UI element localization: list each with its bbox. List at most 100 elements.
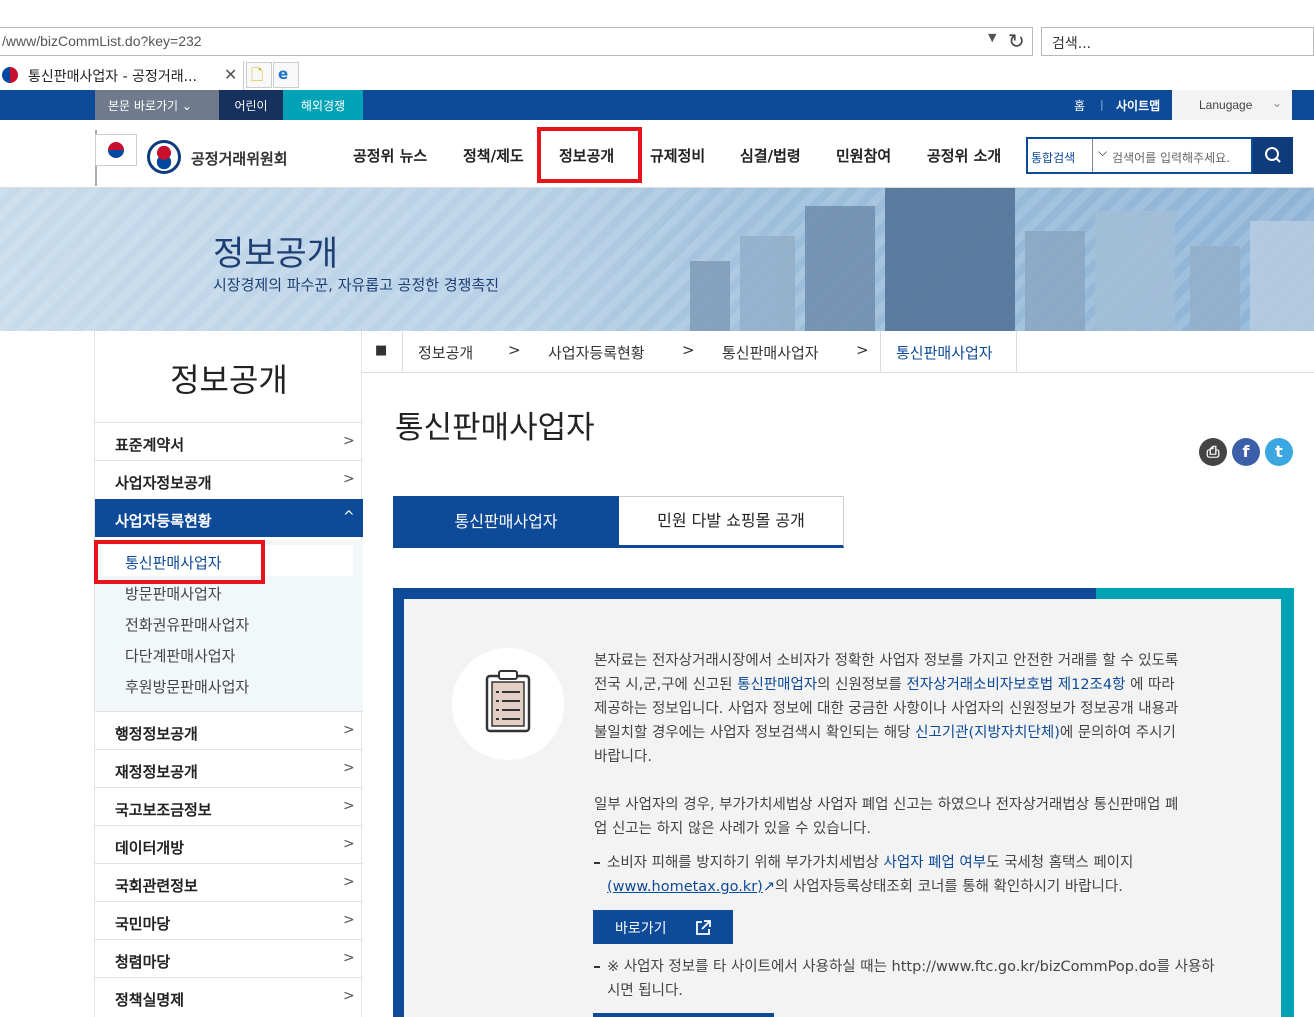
go-button-label: 바로가기 (615, 921, 667, 937)
external-link-icon (696, 920, 711, 935)
new-tab-icon: 🗋 (251, 66, 264, 84)
info-text: 에 문의하여 주시기 (1059, 725, 1176, 741)
search-button[interactable] (1253, 137, 1293, 174)
sidebar-item-assembly[interactable]: 국회관련정보 > (95, 863, 363, 901)
chevron-right-icon: > (343, 433, 355, 449)
banner-title: 정보공개 (213, 234, 339, 274)
banner-building (1250, 221, 1314, 331)
reporting-agency-link[interactable]: 신고기관(지방자치단체) (915, 725, 1060, 741)
government-emblem-icon[interactable] (147, 140, 181, 174)
international-link[interactable]: 해외경쟁 (283, 90, 363, 120)
browser-tab[interactable]: 통신판매사업자 - 공정거래... ✕ (0, 61, 244, 90)
edge-button[interactable]: e (273, 62, 299, 88)
law-article-link[interactable]: 전자상거래소비자보호법 제12조4항 (906, 677, 1125, 693)
sidebar-item-subsidy[interactable]: 국고보조금정보 > (95, 787, 363, 825)
next-button-edge[interactable] (593, 1013, 774, 1017)
breadcrumb-item[interactable]: 통신판매사업자 (722, 342, 819, 363)
submenu-item-telemarketing[interactable]: 전화권유판매사업자 (125, 614, 249, 635)
sidebar-item-label: 국회관련정보 (115, 877, 198, 895)
sidebar-item-label: 표준계약서 (115, 436, 185, 454)
search-input[interactable]: 검색어를 입력해주세요. (1112, 137, 1253, 174)
info-text: 소비자 피해를 방지하기 위해 부가가치세법상 (607, 855, 884, 871)
home-link[interactable]: 홈 (1074, 97, 1085, 114)
sidebar-item-finance-info[interactable]: 재정정보공개 > (95, 749, 363, 787)
home-icon[interactable]: ■ (375, 343, 387, 358)
sidebar-item-label: 행정정보공개 (115, 725, 198, 743)
language-select[interactable]: Lanugage ⌄ (1172, 90, 1292, 120)
chevron-right-icon: > (343, 798, 355, 814)
submenu-item-sponsored[interactable]: 후원방문판매사업자 (125, 676, 249, 697)
site-header: 공정거래위원회 공정위 뉴스 정책/제도 정보공개 규제정비 심결/법령 민원참… (0, 120, 1314, 188)
tab-mail-order-businesses[interactable]: 통신판매사업자 (393, 496, 619, 548)
twitter-icon[interactable]: t (1265, 438, 1293, 466)
util-separator: | (1100, 98, 1104, 111)
sidebar-item-open-data[interactable]: 데이터개방 > (95, 825, 363, 863)
info-text-line: 소비자 피해를 방지하기 위해 부가가치세법상 사업자 폐업 여부도 국세청 홈… (607, 851, 1133, 875)
hometax-link[interactable]: (www.hometax.go.kr) (607, 879, 763, 895)
gnb-regulation[interactable]: 규제정비 (650, 145, 705, 166)
language-label: Lanugage (1199, 98, 1253, 112)
chevron-down-icon[interactable]: ⌵ (1092, 139, 1112, 172)
clipboard-drawing (485, 670, 531, 733)
browser-search-box[interactable]: 검색... (1041, 27, 1314, 56)
facebook-icon[interactable]: f (1232, 438, 1260, 466)
sidebar-item-business-info[interactable]: 사업자정보공개 > (95, 460, 363, 498)
tab-complaint-shopping-malls[interactable]: 민원 다발 쇼핑몰 공개 (619, 496, 844, 548)
chevron-right-icon: > (343, 874, 355, 890)
sidebar-item-integrity[interactable]: 청렴마당 > (95, 939, 363, 977)
sidebar-item-public-forum[interactable]: 국민마당 > (95, 901, 363, 939)
gnb-civil[interactable]: 민원참여 (836, 145, 891, 166)
sitemap-link[interactable]: 사이트맵 (1116, 97, 1160, 114)
sidebar-item-admin-info[interactable]: 행정정보공개 > (95, 711, 363, 749)
gnb-about[interactable]: 공정위 소개 (927, 145, 1001, 166)
gnb-decisions[interactable]: 심결/법령 (740, 145, 801, 166)
submenu-item-multilevel[interactable]: 다단계판매사업자 (125, 645, 235, 666)
chevron-right-icon: > (343, 471, 355, 487)
print-icon[interactable]: ⎙ (1199, 438, 1227, 466)
highlight-box (537, 127, 642, 183)
chevron-right-icon: > (508, 341, 521, 359)
sidebar-item-policy-name[interactable]: 정책실명제 > (95, 977, 363, 1015)
sidebar: 정보공개 표준계약서 > 사업자정보공개 > 사업자등록현황 ^ 통신판매사업자 방문… (94, 331, 363, 1017)
kids-link[interactable]: 어린이 (219, 90, 283, 120)
info-text: 에 따라 (1125, 677, 1175, 693)
submenu-item-door-to-door[interactable]: 방문판매사업자 (125, 583, 222, 604)
new-tab-button[interactable]: 🗋 (246, 62, 272, 88)
external-link-icon[interactable]: ↗ (763, 879, 775, 895)
sidebar-item-label: 사업자정보공개 (115, 474, 212, 492)
chevron-right-icon: > (856, 341, 869, 359)
refresh-icon[interactable]: ↻ (1008, 29, 1025, 53)
address-url[interactable]: /www/bizCommList.do?key=232 (2, 33, 202, 49)
info-text-line: 일부 사업자의 경우, 부가가치세법상 사업자 폐업 신고는 하였으나 전자상거… (594, 797, 1179, 813)
info-text-line: 본자료는 전자상거래시장에서 소비자가 정확한 사업자 정보를 가지고 안전한 … (594, 653, 1179, 669)
gnb-policy[interactable]: 정책/제도 (463, 145, 524, 166)
closure-status-link[interactable]: 사업자 폐업 여부 (884, 855, 987, 871)
breadcrumb-divider (1016, 331, 1017, 373)
gnb-news[interactable]: 공정위 뉴스 (353, 145, 427, 166)
breadcrumb-item[interactable]: 정보공개 (418, 342, 473, 363)
chevron-up-icon: ^ (343, 509, 355, 525)
breadcrumb-current[interactable]: 통신판매사업자 (896, 342, 993, 363)
sidebar-item-business-registration[interactable]: 사업자등록현황 ^ (95, 499, 363, 537)
browser-search-placeholder: 검색... (1052, 36, 1092, 52)
chevron-right-icon: > (343, 950, 355, 966)
taegeuk-mark (108, 142, 124, 158)
address-bar[interactable]: /www/bizCommList.do?key=232 ▼ ↻ (0, 27, 1033, 56)
browser-top-strip (0, 0, 1314, 26)
sidebar-title: 정보공개 (170, 361, 288, 399)
search-scope-label: 통합검색 (1031, 151, 1076, 165)
breadcrumb-item[interactable]: 사업자등록현황 (548, 342, 645, 363)
korean-flag-icon (95, 134, 137, 166)
site-logo-text[interactable]: 공정거래위원회 (191, 148, 288, 169)
go-button[interactable]: 바로가기 (593, 910, 733, 944)
page-title: 통신판매사업자 (395, 410, 595, 446)
info-text-line: 업 신고는 하지 않은 사례가 있을 수 있습니다. (594, 821, 871, 837)
mail-order-link[interactable]: 통신판매업자 (737, 677, 817, 693)
info-text-line: (www.hometax.go.kr)↗의 사업자등록상태조회 코너를 통해 확… (607, 875, 1123, 899)
sidebar-item-standard-contract[interactable]: 표준계약서 > (95, 422, 363, 460)
close-tab-icon[interactable]: ✕ (224, 65, 237, 84)
skip-to-content-button[interactable]: 본문 바로가기 ⌄ (95, 90, 219, 120)
chevron-right-icon: > (343, 760, 355, 776)
address-dropdown-icon[interactable]: ▼ (988, 31, 996, 44)
info-text: 의 신원정보를 (817, 677, 907, 693)
